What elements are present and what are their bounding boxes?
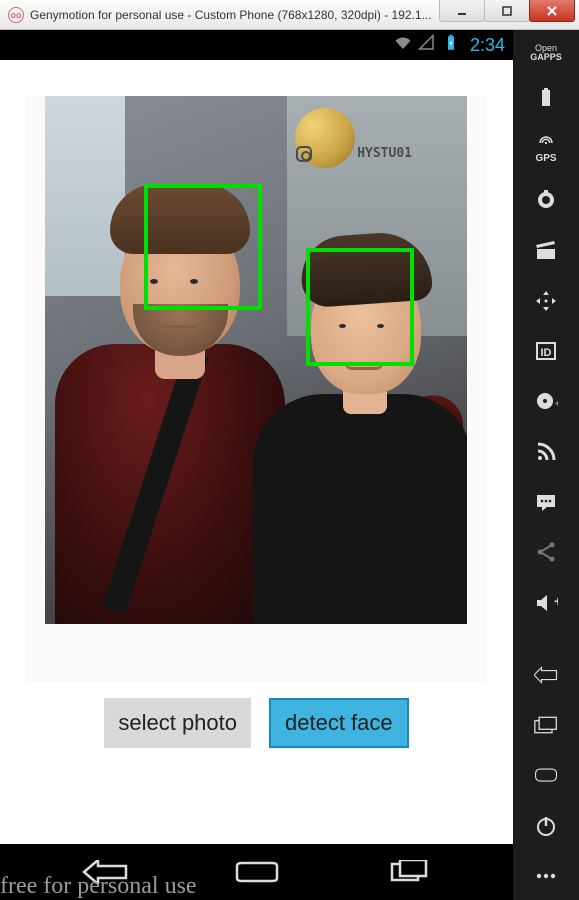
battery-tool[interactable]	[527, 84, 565, 112]
app-icon: oo	[8, 7, 24, 23]
emulator-frame: 2:34 HYSTU01	[0, 30, 579, 900]
close-button[interactable]	[529, 0, 575, 22]
clapper-icon	[534, 239, 558, 263]
svg-text:+: +	[555, 399, 558, 410]
app-icon-glyph: oo	[11, 10, 22, 20]
signal-icon	[418, 34, 436, 57]
device-screen: 2:34 HYSTU01	[0, 30, 513, 900]
nav-back-button[interactable]	[76, 854, 136, 890]
app-content: HYSTU01	[0, 60, 513, 844]
face-detection-box	[306, 248, 414, 366]
sms-tool[interactable]	[527, 488, 565, 516]
disk-icon: +	[534, 389, 558, 413]
camera-tool[interactable]	[527, 186, 565, 214]
share-icon	[534, 540, 558, 564]
battery-charging-icon	[442, 34, 460, 57]
face-detection-box	[144, 184, 262, 310]
open-gapps-label-2: GAPPS	[530, 53, 562, 62]
photo: HYSTU01	[45, 96, 467, 624]
genymotion-toolbar: Open GAPPS GPS ID +	[513, 30, 579, 900]
identifier-tool[interactable]: ID	[527, 337, 565, 365]
message-icon	[534, 490, 558, 514]
svg-text:+: +	[554, 593, 558, 609]
recents-icon	[534, 713, 558, 737]
nav-home-button[interactable]	[227, 854, 287, 890]
move-icon	[534, 289, 558, 313]
home-icon	[534, 763, 558, 787]
camera-icon	[534, 188, 558, 212]
wifi-icon	[394, 34, 412, 57]
remote-tool[interactable]	[527, 287, 565, 315]
capture-tool[interactable]	[527, 237, 565, 265]
window-titlebar: oo Genymotion for personal use - Custom …	[0, 0, 579, 30]
select-photo-button[interactable]: select photo	[104, 698, 251, 748]
network-tool[interactable]	[527, 438, 565, 466]
button-row: select photo detect face	[0, 698, 513, 748]
open-gapps-button[interactable]: Open GAPPS	[527, 44, 565, 62]
power-icon	[534, 814, 558, 838]
more-horizontal-icon	[534, 864, 558, 888]
toolbar-more-button[interactable]	[527, 862, 565, 890]
volume-up-tool[interactable]: +	[527, 588, 565, 616]
nav-recents-button[interactable]	[378, 854, 438, 890]
status-clock: 2:34	[470, 35, 505, 56]
back-icon	[534, 663, 558, 687]
gps-icon	[534, 134, 558, 152]
gps-label: GPS	[535, 154, 556, 164]
gps-tool[interactable]: GPS	[527, 134, 565, 164]
photo-padding	[25, 624, 487, 682]
toolbar-recents-button[interactable]	[527, 711, 565, 739]
rss-icon	[534, 440, 558, 464]
volume-up-icon: +	[534, 591, 558, 615]
share-tool[interactable]	[527, 538, 565, 566]
disk-tool[interactable]: +	[527, 387, 565, 415]
android-status-bar: 2:34	[0, 30, 513, 60]
toolbar-home-button[interactable]	[527, 761, 565, 789]
instagram-icon	[296, 146, 312, 162]
photo-container: HYSTU01	[25, 96, 487, 624]
maximize-button[interactable]	[484, 0, 530, 22]
toolbar-power-button[interactable]	[527, 811, 565, 839]
id-icon: ID	[534, 339, 558, 363]
toolbar-back-button[interactable]	[527, 661, 565, 689]
window-buttons	[440, 0, 575, 22]
minimize-button[interactable]	[439, 0, 485, 22]
battery-icon	[534, 86, 558, 110]
photo-watermark: HYSTU01	[357, 146, 412, 161]
svg-text:ID: ID	[541, 347, 552, 359]
android-nav-bar	[0, 844, 513, 900]
detect-face-button[interactable]: detect face	[269, 698, 409, 748]
